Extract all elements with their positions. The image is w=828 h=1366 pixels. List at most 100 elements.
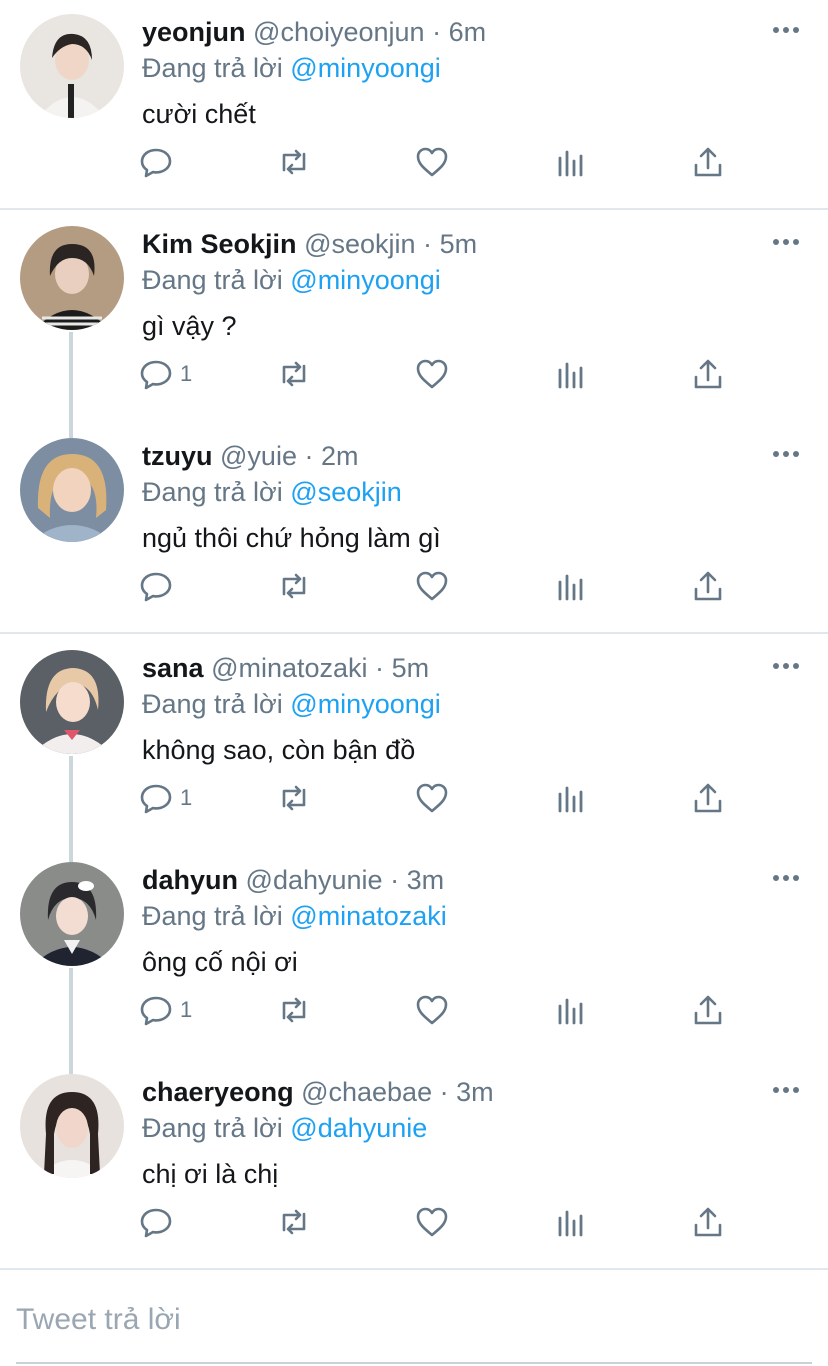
avatar[interactable] xyxy=(20,226,124,330)
retweet-button[interactable] xyxy=(276,1202,312,1242)
tweet-actions xyxy=(138,1202,738,1242)
heart-icon xyxy=(416,1207,448,1237)
reply-button[interactable]: 1 xyxy=(138,778,192,818)
share-button[interactable] xyxy=(690,566,726,606)
author-name[interactable]: sana xyxy=(142,653,204,683)
tweet-header: sana @minatozaki · 5m xyxy=(142,650,429,686)
reply-button[interactable]: 1 xyxy=(138,990,192,1030)
replying-to-label: Đang trả lời xyxy=(142,689,283,719)
tweet[interactable]: dahyun @dahyunie · 3m Đang trả lời @mina… xyxy=(0,848,828,1060)
avatar[interactable] xyxy=(20,438,124,542)
divider xyxy=(0,632,828,634)
avatar[interactable] xyxy=(20,1074,124,1178)
retweet-button[interactable] xyxy=(276,354,312,394)
like-button[interactable] xyxy=(414,142,450,182)
author-handle[interactable]: @seokjin xyxy=(304,229,415,259)
author-name[interactable]: Kim Seokjin xyxy=(142,229,297,259)
tweet[interactable]: yeonjun @choiyeonjun · 6m Đang trả lời @… xyxy=(0,0,828,208)
retweet-icon xyxy=(282,149,306,175)
author-handle[interactable]: @choiyeonjun xyxy=(253,17,425,47)
replying-to-label: Đang trả lời xyxy=(142,1113,283,1143)
reply-count: 1 xyxy=(180,997,193,1022)
reply-button[interactable] xyxy=(138,142,180,182)
reply-mention[interactable]: @seokjin xyxy=(290,477,401,507)
tweet[interactable]: tzuyu @yuie · 2m Đang trả lời @seokjin n… xyxy=(0,424,828,632)
more-options-icon[interactable] xyxy=(770,650,802,682)
reply-mention[interactable]: @minatozaki xyxy=(290,901,446,931)
divider xyxy=(0,208,828,210)
avatar[interactable] xyxy=(20,650,124,754)
reply-button[interactable] xyxy=(138,1202,180,1242)
more-options-icon[interactable] xyxy=(770,226,802,258)
analytics-button[interactable] xyxy=(552,354,588,394)
timestamp[interactable]: 3m xyxy=(456,1077,494,1107)
tweet-actions: 1 xyxy=(138,778,738,818)
author-name[interactable]: yeonjun xyxy=(142,17,246,47)
avatar[interactable] xyxy=(20,14,124,118)
analytics-button[interactable] xyxy=(552,990,588,1030)
analytics-button[interactable] xyxy=(552,566,588,606)
more-options-icon[interactable] xyxy=(770,14,802,46)
tweet-text: không sao, còn bận đồ xyxy=(142,735,416,765)
heart-icon xyxy=(416,147,448,177)
heart-icon xyxy=(416,571,448,601)
share-button[interactable] xyxy=(690,1202,726,1242)
analytics-icon xyxy=(558,150,583,177)
author-handle[interactable]: @dahyunie xyxy=(246,865,383,895)
author-handle[interactable]: @chaebae xyxy=(301,1077,432,1107)
retweet-button[interactable] xyxy=(276,990,312,1030)
retweet-button[interactable] xyxy=(276,566,312,606)
share-icon xyxy=(694,359,722,389)
replying-to: Đang trả lời @minyoongi xyxy=(142,50,441,86)
author-name[interactable]: dahyun xyxy=(142,865,238,895)
more-options-icon[interactable] xyxy=(770,862,802,894)
author-handle[interactable]: @yuie xyxy=(220,441,297,471)
analytics-button[interactable] xyxy=(552,1202,588,1242)
share-button[interactable] xyxy=(690,778,726,818)
author-name[interactable]: tzuyu xyxy=(142,441,213,471)
reply-mention[interactable]: @minyoongi xyxy=(290,265,440,295)
tweet-header: dahyun @dahyunie · 3m xyxy=(142,862,444,898)
tweet-header: chaeryeong @chaebae · 3m xyxy=(142,1074,494,1110)
share-button[interactable] xyxy=(690,142,726,182)
reply-input[interactable] xyxy=(16,1298,796,1342)
analytics-button[interactable] xyxy=(552,142,588,182)
more-options-icon[interactable] xyxy=(770,438,802,470)
retweet-icon xyxy=(282,361,306,387)
tweet[interactable]: Kim Seokjin @seokjin · 5m Đang trả lời @… xyxy=(0,212,828,424)
replying-to: Đang trả lời @minyoongi xyxy=(142,262,441,298)
reply-mention[interactable]: @dahyunie xyxy=(290,1113,427,1143)
timestamp[interactable]: 5m xyxy=(440,229,478,259)
heart-icon xyxy=(416,359,448,389)
share-button[interactable] xyxy=(690,990,726,1030)
timestamp[interactable]: 5m xyxy=(392,653,430,683)
tweet-header: Kim Seokjin @seokjin · 5m xyxy=(142,226,477,262)
analytics-button[interactable] xyxy=(552,778,588,818)
analytics-icon xyxy=(558,998,583,1025)
retweet-button[interactable] xyxy=(276,778,312,818)
timestamp[interactable]: 2m xyxy=(321,441,359,471)
reply-mention[interactable]: @minyoongi xyxy=(290,689,440,719)
reply-icon xyxy=(140,784,172,814)
like-button[interactable] xyxy=(414,778,450,818)
reply-count: 1 xyxy=(180,361,193,386)
tweet[interactable]: chaeryeong @chaebae · 3m Đang trả lời @d… xyxy=(0,1060,828,1268)
share-button[interactable] xyxy=(690,354,726,394)
like-button[interactable] xyxy=(414,1202,450,1242)
like-button[interactable] xyxy=(414,354,450,394)
like-button[interactable] xyxy=(414,566,450,606)
timestamp[interactable]: 6m xyxy=(449,17,487,47)
reply-button[interactable]: 1 xyxy=(138,354,192,394)
author-handle[interactable]: @minatozaki xyxy=(211,653,367,683)
avatar[interactable] xyxy=(20,862,124,966)
retweet-icon xyxy=(282,785,306,811)
more-options-icon[interactable] xyxy=(770,1074,802,1106)
timestamp[interactable]: 3m xyxy=(407,865,445,895)
like-button[interactable] xyxy=(414,990,450,1030)
reply-mention[interactable]: @minyoongi xyxy=(290,53,440,83)
retweet-button[interactable] xyxy=(276,142,312,182)
reply-button[interactable] xyxy=(138,566,180,606)
reply-icon xyxy=(140,148,172,178)
tweet[interactable]: sana @minatozaki · 5m Đang trả lời @miny… xyxy=(0,636,828,848)
author-name[interactable]: chaeryeong xyxy=(142,1077,294,1107)
